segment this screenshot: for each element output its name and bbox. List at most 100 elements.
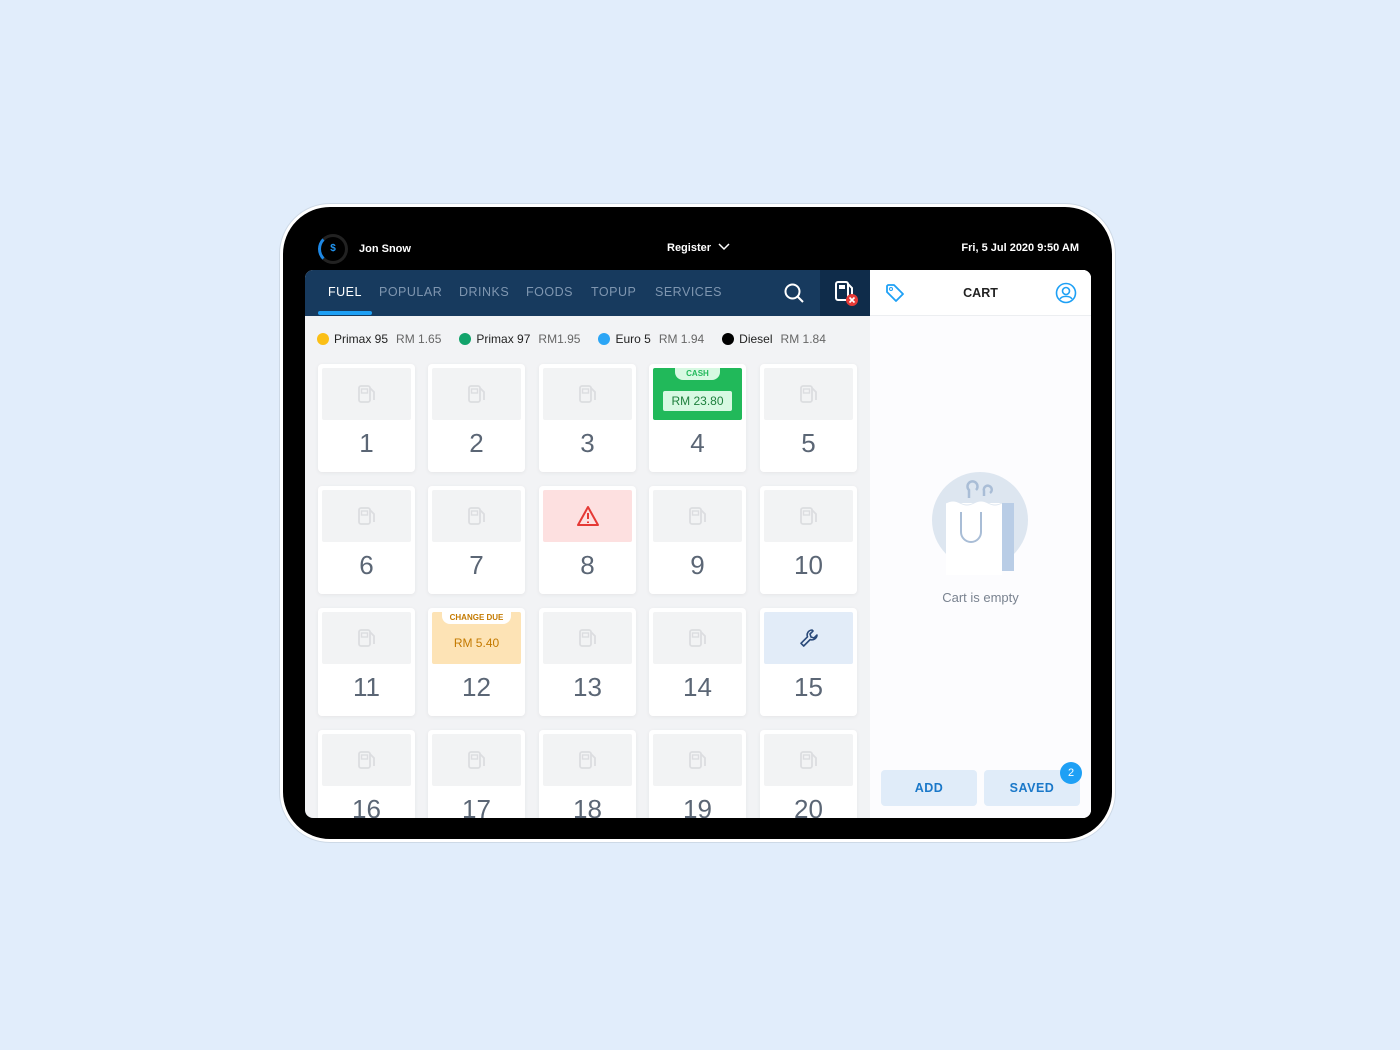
fuel-color-dot	[598, 333, 611, 345]
pump-number: 3	[580, 428, 595, 458]
pump-status-area	[653, 734, 742, 786]
status-header: $ Jon Snow Register Fri, 5 Jul 2020 9:50…	[305, 230, 1091, 266]
fuel-price: RM1.95	[538, 332, 581, 346]
fuel-pump-cancel-icon	[835, 281, 858, 306]
pump-tile-11[interactable]: 11	[318, 608, 415, 716]
pump-number: 17	[462, 794, 491, 818]
fuel-name: Primax 97	[476, 332, 531, 346]
change-due-label: CHANGE DUE	[442, 612, 511, 624]
fuel-name: Euro 5	[615, 332, 651, 346]
fuel-pump-icon	[688, 751, 706, 769]
fuel-pump-icon	[357, 751, 375, 769]
pump-tile-6[interactable]: 6	[318, 486, 415, 594]
pump-status-area	[764, 734, 853, 786]
fuel-price-legend: Primax 95 RM 1.65 Primax 97 RM1.95 Euro 5 RM …	[317, 332, 826, 346]
pump-status-area	[322, 734, 411, 786]
logo: $	[318, 234, 348, 264]
pump-status-area	[764, 368, 853, 420]
fuel-pump-icon	[688, 629, 706, 647]
chevron-down-icon	[718, 243, 730, 251]
pump-status-area	[543, 612, 632, 664]
pump-number: 4	[690, 428, 705, 458]
add-button[interactable]: ADD	[881, 770, 977, 806]
pump-number: 14	[683, 672, 712, 702]
pump-status-area	[653, 612, 742, 664]
pump-status-area	[543, 368, 632, 420]
fuel-pump-icon	[467, 507, 485, 525]
user-name: Jon Snow	[359, 243, 411, 255]
fuel-pump-icon	[357, 507, 375, 525]
fuel-price: RM 1.84	[780, 332, 826, 346]
datetime: Fri, 5 Jul 2020 9:50 AM	[961, 242, 1079, 254]
pump-status-area	[543, 490, 632, 542]
fuel-name: Diesel	[739, 332, 773, 346]
pump-number: 7	[469, 550, 484, 580]
pump-number: 18	[573, 794, 602, 818]
pump-number: 20	[794, 794, 823, 818]
search-icon[interactable]	[783, 282, 805, 304]
customer-icon[interactable]	[1055, 282, 1077, 304]
fuel-pump-icon	[578, 385, 596, 403]
fuel-pump-icon	[799, 751, 817, 769]
pump-tile-12[interactable]: CHANGE DUE RM 5.40 12	[428, 608, 525, 716]
fuel-pump-icon	[467, 751, 485, 769]
cart-panel: CART Cart is empty ADD SAVED 2	[870, 270, 1091, 818]
fuel-legend-item: Primax 97 RM1.95	[459, 332, 580, 346]
pump-tile-19[interactable]: 19	[649, 730, 746, 818]
fuel-price: RM 1.65	[396, 332, 442, 346]
tab-drinks[interactable]: DRINKS	[459, 285, 509, 299]
pump-tile-10[interactable]: 10	[760, 486, 857, 594]
pump-number: 12	[462, 672, 491, 702]
fuel-pump-icon	[578, 751, 596, 769]
pump-tile-14[interactable]: 14	[649, 608, 746, 716]
pump-number: 13	[573, 672, 602, 702]
pump-tile-15[interactable]: 15	[760, 608, 857, 716]
pump-status-area	[543, 734, 632, 786]
cart-header: CART	[870, 270, 1091, 316]
tab-foods[interactable]: FOODS	[526, 285, 573, 299]
tab-topup[interactable]: TOPUP	[591, 285, 636, 299]
tab-fuel[interactable]: FUEL	[318, 285, 372, 315]
fuel-legend-item: Diesel RM 1.84	[722, 332, 826, 346]
tab-services[interactable]: SERVICES	[655, 285, 722, 299]
warning-icon	[576, 506, 599, 526]
pump-tile-18[interactable]: 18	[539, 730, 636, 818]
pump-tile-3[interactable]: 3	[539, 364, 636, 472]
pos-screen: FUEL POPULAR DRINKS FOODS TOPUP SERVICES Prim…	[305, 270, 1091, 818]
pump-tile-13[interactable]: 13	[539, 608, 636, 716]
pump-number: 2	[469, 428, 484, 458]
pump-tile-20[interactable]: 20	[760, 730, 857, 818]
pump-tile-8[interactable]: 8	[539, 486, 636, 594]
pump-tile-7[interactable]: 7	[428, 486, 525, 594]
fuel-pump-icon	[688, 507, 706, 525]
pump-tile-16[interactable]: 16	[318, 730, 415, 818]
pump-number: 1	[359, 428, 374, 458]
category-nav: FUEL POPULAR DRINKS FOODS TOPUP SERVICES	[305, 270, 870, 316]
pump-tile-2[interactable]: 2	[428, 364, 525, 472]
fuel-name: Primax 95	[334, 332, 389, 346]
pump-status-area	[764, 612, 853, 664]
pump-status-area: CASH RM 23.80	[653, 368, 742, 420]
pump-status-area	[322, 490, 411, 542]
fuel-color-dot	[722, 333, 735, 345]
pump-tile-4[interactable]: CASH RM 23.80 4	[649, 364, 746, 472]
change-amount: RM 5.40	[453, 636, 500, 650]
pump-status-area: CHANGE DUE RM 5.40	[432, 612, 521, 664]
pump-tile-9[interactable]: 9	[649, 486, 746, 594]
pump-amount: RM 23.80	[663, 391, 732, 411]
tab-popular[interactable]: POPULAR	[379, 285, 442, 299]
pump-number: 15	[794, 672, 823, 702]
fuel-pump-icon	[799, 385, 817, 403]
pump-status-area	[432, 490, 521, 542]
fuel-pump-icon	[799, 507, 817, 525]
register-dropdown[interactable]: Register	[667, 242, 730, 254]
fuel-pump-icon	[357, 385, 375, 403]
pump-number: 9	[690, 550, 705, 580]
pump-tile-17[interactable]: 17	[428, 730, 525, 818]
fuel-pump-icon	[357, 629, 375, 647]
fuel-pump-icon	[467, 385, 485, 403]
pump-tile-5[interactable]: 5	[760, 364, 857, 472]
pump-stop-button[interactable]	[820, 270, 870, 316]
pump-tile-1[interactable]: 1	[318, 364, 415, 472]
pump-number: 8	[580, 550, 595, 580]
